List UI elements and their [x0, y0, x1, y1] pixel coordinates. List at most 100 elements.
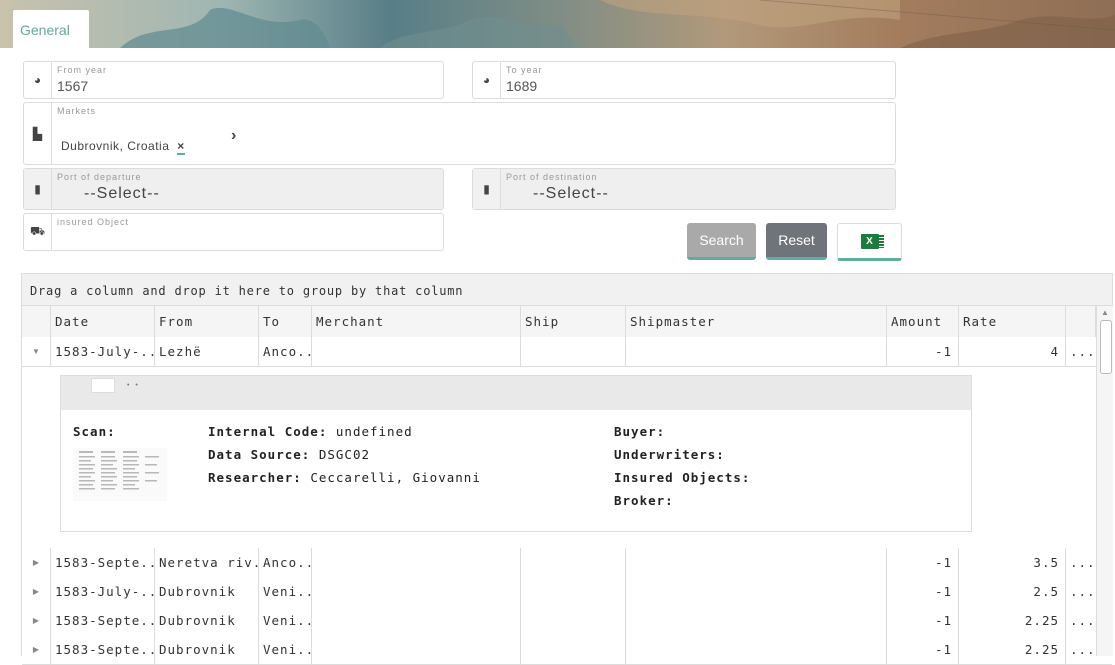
column-header-shipmaster[interactable]: Shipmaster [625, 306, 886, 337]
cell-merchant [311, 577, 520, 606]
cell-amount: -1 [886, 606, 958, 635]
detail-tabstrip: • • [61, 376, 971, 410]
column-header-date[interactable]: Date [50, 306, 154, 337]
column-header-from[interactable]: From [154, 306, 258, 337]
detail-tab[interactable] [91, 378, 115, 393]
data-source-value: DSGC02 [318, 447, 370, 462]
to-year-field[interactable]: ◕ To year 1689 [472, 61, 896, 99]
cell-from: Lezhë [154, 337, 258, 366]
to-year-input[interactable]: 1689 [506, 78, 537, 94]
column-header-to[interactable]: To [258, 306, 311, 337]
table-row[interactable]: ▶ 1583-Septe... Dubrovnik Veni... -1 2.2… [22, 635, 1112, 665]
map-icon: ▮ [24, 169, 52, 209]
buyer-label: Buyer: [614, 424, 666, 439]
expand-arrow-icon[interactable]: ▶ [22, 577, 50, 606]
cell-merchant [311, 606, 520, 635]
cell-date: 1583-Septe... [50, 606, 154, 635]
port-destination-select[interactable]: ▮ Port of destination --Select-- [472, 168, 896, 210]
remove-icon[interactable]: × [177, 139, 185, 155]
markets-field[interactable]: ▙ Markets Dubrovnik, Croatia × › [23, 102, 896, 165]
insured-objects-label: Insured Objects: [614, 470, 751, 485]
building-icon: ▙ [24, 103, 52, 164]
row-more-button[interactable]: ... [1065, 577, 1096, 606]
export-excel-button[interactable]: X [837, 223, 902, 261]
scan-thumbnail[interactable] [73, 448, 167, 501]
cell-to: Veni... [258, 577, 311, 606]
tab-general-label: General [20, 22, 70, 38]
cell-from: Neretva riv... [154, 548, 258, 577]
cell-to: Anco... [258, 548, 311, 577]
cell-ship [520, 577, 625, 606]
cell-to: Veni... [258, 635, 311, 664]
researcher-label: Researcher: [208, 470, 302, 485]
table-row[interactable]: ▶ 1583-Septe... Dubrovnik Veni... -1 2.2… [22, 606, 1112, 636]
cell-merchant [311, 548, 520, 577]
reset-button[interactable]: Reset [766, 223, 827, 260]
cell-date: 1583-July-... [50, 577, 154, 606]
column-header-amount[interactable]: Amount [886, 306, 958, 337]
insured-object-field[interactable]: ⛟ insured Object [23, 213, 444, 251]
row-more-button[interactable]: ... [1065, 635, 1096, 664]
row-more-button[interactable]: ... [1065, 606, 1096, 635]
cell-shipmaster [625, 606, 886, 635]
grid-header: Date From To Merchant Ship Shipmaster Am… [22, 306, 1112, 338]
group-panel[interactable]: Drag a column and drop it here to group … [22, 274, 1112, 306]
row-more-button[interactable]: ... [1065, 337, 1096, 366]
cell-rate: 2.5 [958, 577, 1065, 606]
cell-date: 1583-July-... [50, 337, 154, 366]
search-button[interactable]: Search [687, 223, 756, 260]
cell-rate: 2.25 [958, 635, 1065, 664]
column-header-merchant[interactable]: Merchant [311, 306, 520, 337]
market-chip: Dubrovnik, Croatia × [61, 139, 185, 155]
column-header-rate[interactable]: Rate [958, 306, 1065, 337]
expand-arrow-icon[interactable]: ▶ [22, 635, 50, 664]
to-year-label: To year [506, 65, 543, 75]
collapse-arrow-icon[interactable]: ▼ [22, 337, 50, 366]
expand-arrow-icon[interactable]: ▶ [22, 606, 50, 635]
group-panel-hint: Drag a column and drop it here to group … [30, 284, 464, 298]
from-year-field[interactable]: ◕ From year 1567 [23, 61, 444, 99]
cell-ship [520, 606, 625, 635]
cell-from: Dubrovnik [154, 635, 258, 664]
port-destination-value: --Select-- [533, 185, 609, 202]
from-year-input[interactable]: 1567 [57, 78, 88, 94]
researcher-value: Ceccarelli, Giovanni [310, 470, 481, 485]
vertical-scrollbar[interactable]: ▲ [1096, 306, 1113, 656]
scan-label: Scan: [73, 424, 116, 439]
chevron-right-icon[interactable]: › [231, 127, 236, 145]
port-departure-select[interactable]: ▮ Port of departure --Select-- [23, 168, 444, 210]
internal-code-value: undefined [335, 424, 413, 439]
from-year-label: From year [57, 65, 108, 75]
detail-card: • • Scan: Internal Code: undefined Data … [60, 375, 972, 532]
cell-ship [520, 635, 625, 664]
cell-shipmaster [625, 635, 886, 664]
cell-amount: -1 [886, 635, 958, 664]
data-source-label: Data Source: [208, 447, 311, 462]
cell-to: Anco... [258, 337, 311, 366]
clock-icon: ◕ [24, 62, 52, 98]
column-header-ship[interactable]: Ship [520, 306, 625, 337]
clock-icon: ◕ [473, 62, 501, 98]
tab-general[interactable]: General [13, 10, 89, 48]
table-row[interactable]: ▼ 1583-July-... Lezhë Anco... -1 4 ... [22, 337, 1112, 367]
underwriters-label: Underwriters: [614, 447, 725, 462]
table-row[interactable]: ▶ 1583-Septe... Neretva riv... Anco... -… [22, 548, 1112, 578]
header-map-banner: General [0, 0, 1115, 48]
row-detail-panel: • • Scan: Internal Code: undefined Data … [22, 367, 1096, 549]
cell-to: Veni... [258, 606, 311, 635]
cell-shipmaster [625, 577, 886, 606]
cell-amount: -1 [886, 577, 958, 606]
row-more-button[interactable]: ... [1065, 548, 1096, 577]
port-departure-label: Port of departure [57, 172, 142, 182]
cell-amount: -1 [886, 337, 958, 366]
cell-from: Dubrovnik [154, 606, 258, 635]
scrollbar-thumb[interactable] [1100, 320, 1112, 374]
cell-ship [520, 548, 625, 577]
scroll-up-icon[interactable]: ▲ [1101, 308, 1109, 317]
cell-rate: 3.5 [958, 548, 1065, 577]
expand-arrow-icon[interactable]: ▶ [22, 548, 50, 577]
column-header-extra [1065, 306, 1096, 337]
detail-tab-dots: • • [127, 382, 140, 389]
table-row[interactable]: ▶ 1583-July-... Dubrovnik Veni... -1 2.5… [22, 577, 1112, 607]
map-icon: ▮ [473, 169, 501, 209]
